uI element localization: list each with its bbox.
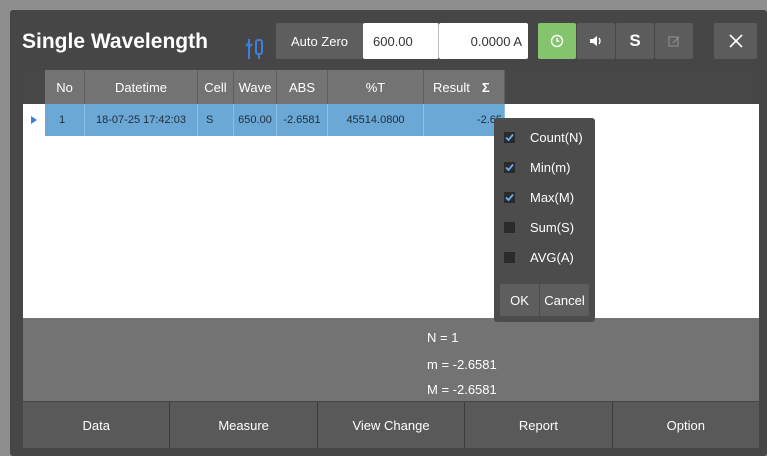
count-checkbox[interactable]	[504, 131, 515, 143]
option-button[interactable]: Option	[612, 402, 760, 448]
col-abs[interactable]: ABS	[277, 70, 328, 104]
sigma-icon[interactable]: Σ	[482, 80, 490, 95]
max-checkbox[interactable]	[504, 191, 515, 203]
option-sum[interactable]: Sum(S)	[504, 218, 574, 236]
col-datetime[interactable]: Datetime	[85, 70, 198, 104]
sum-label: Sum(S)	[530, 219, 575, 235]
speaker-icon	[590, 36, 601, 46]
sample-button[interactable]: S	[616, 23, 654, 59]
timer-button[interactable]	[538, 23, 576, 59]
stat-min: m = -2.6581	[427, 357, 497, 372]
option-min[interactable]: Min(m)	[504, 158, 570, 176]
sound-button[interactable]	[577, 23, 615, 59]
col-no[interactable]: No	[45, 70, 85, 104]
cell-wave: 650.00	[234, 104, 277, 136]
report-button[interactable]: Report	[465, 402, 613, 448]
cell-transmittance: 45514.0800	[328, 104, 424, 136]
wavelength-input[interactable]: 600.00	[363, 23, 439, 59]
clock-icon	[550, 34, 564, 48]
edit-icon	[668, 36, 680, 47]
bottom-toolbar: Data Measure View Change Report Option	[23, 402, 760, 448]
option-avg[interactable]: AVG(A)	[504, 248, 574, 266]
col-transmittance[interactable]: %T	[328, 70, 424, 104]
data-table: No Datetime Cell Wave ABS %T Result Σ 1 …	[23, 70, 759, 318]
measure-button[interactable]: Measure	[170, 402, 318, 448]
app-window: Single Wavelength Auto Zero 600.00 0.000…	[10, 10, 767, 456]
usb-icon	[243, 37, 265, 61]
cell-datetime: 18-07-25 17:42:03	[85, 104, 198, 136]
cell-no: 1	[45, 104, 85, 136]
ok-button[interactable]: OK	[500, 284, 539, 316]
result-label: Result	[433, 79, 470, 95]
page-title: Single Wavelength	[22, 30, 208, 53]
absorbance-readout: 0.0000 A	[439, 23, 528, 59]
stat-count: N = 1	[427, 330, 459, 345]
data-button[interactable]: Data	[23, 402, 171, 448]
view-change-button[interactable]: View Change	[317, 402, 466, 448]
statistics-panel: N = 1 m = -2.6581 M = -2.6581	[23, 318, 759, 401]
min-checkbox[interactable]	[504, 161, 515, 173]
statistics-popup: Count(N) Min(m) Max(M) Sum(S) AVG(A) OK …	[494, 118, 595, 322]
col-result[interactable]: Result Σ	[424, 70, 505, 104]
cell-cell: S	[198, 104, 234, 136]
avg-label: AVG(A)	[530, 249, 574, 265]
max-label: Max(M)	[530, 189, 575, 205]
table-header: No Datetime Cell Wave ABS %T Result Σ	[23, 70, 759, 104]
col-cell[interactable]: Cell	[198, 70, 234, 104]
stat-max: M = -2.6581	[427, 382, 497, 397]
avg-checkbox[interactable]	[504, 251, 515, 263]
option-max[interactable]: Max(M)	[504, 188, 574, 206]
count-label: Count(N)	[530, 129, 583, 145]
row-pointer-icon	[23, 104, 45, 136]
min-label: Min(m)	[530, 159, 571, 175]
cancel-button[interactable]: Cancel	[540, 284, 589, 316]
auto-zero-button[interactable]: Auto Zero	[276, 23, 363, 59]
col-wave[interactable]: Wave	[234, 70, 277, 104]
edit-button[interactable]	[655, 23, 693, 59]
close-icon	[728, 34, 743, 48]
sum-checkbox[interactable]	[504, 221, 515, 233]
cell-result: -2.65	[424, 104, 505, 136]
option-count[interactable]: Count(N)	[504, 128, 583, 146]
close-button[interactable]	[714, 23, 757, 59]
cell-abs: -2.6581	[277, 104, 328, 136]
